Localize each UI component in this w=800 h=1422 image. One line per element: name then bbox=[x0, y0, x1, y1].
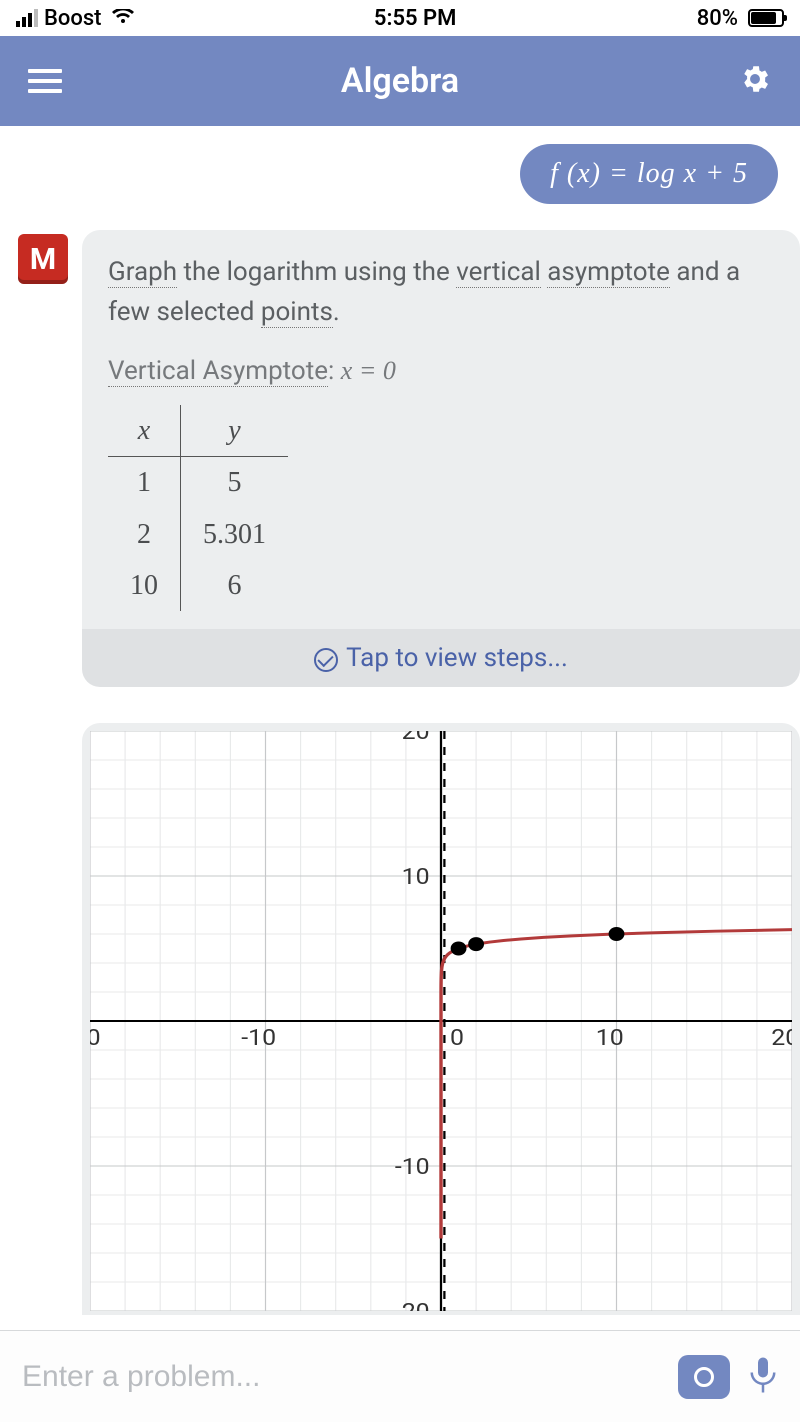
equation-text: f (x) = log x + 5 bbox=[550, 158, 748, 189]
camera-button[interactable] bbox=[678, 1355, 730, 1399]
check-circle-icon bbox=[314, 648, 338, 672]
link-asymptote[interactable]: asymptote bbox=[547, 257, 670, 288]
link-graph[interactable]: Graph bbox=[108, 257, 177, 288]
points-table: x y 1 5 2 5.301 bbox=[108, 405, 774, 612]
page-title: Algebra bbox=[341, 61, 459, 101]
table-header-x: x bbox=[108, 405, 181, 457]
svg-text:-20: -20 bbox=[90, 1025, 101, 1051]
menu-button[interactable] bbox=[28, 69, 62, 93]
svg-text:-10: -10 bbox=[395, 1154, 430, 1180]
status-bar: Boost 5:55 PM 80% bbox=[0, 0, 800, 36]
app-header: Algebra bbox=[0, 36, 800, 126]
function-chart[interactable]: -20 -10 0 10 20 -20 -10 10 20 bbox=[90, 731, 792, 1311]
svg-text:20: 20 bbox=[402, 731, 430, 745]
svg-text:10: 10 bbox=[402, 864, 430, 890]
carrier-label: Boost bbox=[44, 6, 102, 31]
svg-text:-20: -20 bbox=[395, 1299, 430, 1312]
va-label[interactable]: Vertical Asymptote bbox=[108, 356, 328, 387]
mic-icon bbox=[748, 1354, 778, 1396]
gear-icon bbox=[738, 62, 772, 96]
user-equation-bubble[interactable]: f (x) = log x + 5 bbox=[520, 144, 778, 204]
svg-text:-10: -10 bbox=[241, 1025, 276, 1051]
app-logo-icon: M bbox=[18, 234, 68, 284]
svg-text:0: 0 bbox=[450, 1025, 464, 1051]
svg-text:10: 10 bbox=[596, 1025, 624, 1051]
settings-button[interactable] bbox=[738, 62, 772, 100]
battery-percent: 80% bbox=[697, 6, 738, 31]
signal-bars-icon bbox=[16, 9, 38, 27]
table-row: 10 6 bbox=[108, 560, 288, 611]
table-row: 1 5 bbox=[108, 457, 288, 509]
vertical-asymptote-line: Vertical Asymptote: x = 0 bbox=[108, 351, 774, 391]
table-header-y: y bbox=[181, 405, 289, 457]
camera-icon bbox=[694, 1367, 714, 1387]
mic-button[interactable] bbox=[748, 1354, 778, 1400]
clock: 5:55 PM bbox=[374, 6, 457, 31]
problem-input[interactable] bbox=[22, 1360, 660, 1394]
view-steps-label: Tap to view steps... bbox=[346, 643, 568, 673]
svg-text:20: 20 bbox=[771, 1025, 792, 1051]
table-row: 2 5.301 bbox=[108, 509, 288, 560]
view-steps-button[interactable]: Tap to view steps... bbox=[82, 629, 800, 687]
link-vertical[interactable]: vertical bbox=[456, 257, 541, 288]
link-points[interactable]: points bbox=[261, 297, 333, 328]
battery-icon bbox=[744, 9, 784, 27]
va-value: x = 0 bbox=[341, 356, 396, 385]
answer-card: Graph the logarithm using the vertical a… bbox=[82, 230, 800, 629]
answer-instruction: Graph the logarithm using the vertical a… bbox=[108, 252, 774, 333]
wifi-icon bbox=[112, 6, 134, 31]
input-bar bbox=[0, 1330, 800, 1422]
chart-card: -20 -10 0 10 20 -20 -10 10 20 bbox=[82, 723, 800, 1315]
